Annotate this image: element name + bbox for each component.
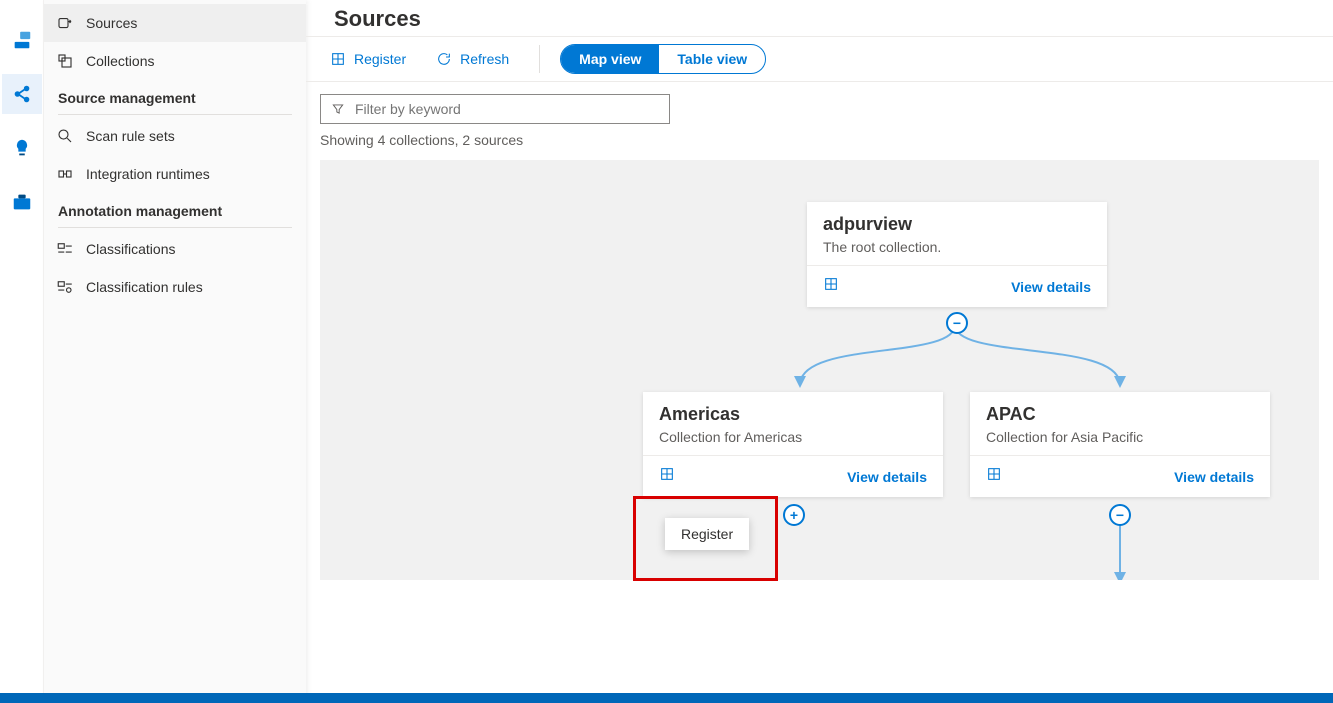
card-subtitle: Collection for Americas xyxy=(659,429,927,445)
collection-card-americas[interactable]: Americas Collection for Americas View de… xyxy=(643,392,943,497)
card-title: APAC xyxy=(986,404,1254,425)
divider xyxy=(58,227,292,228)
view-details-link[interactable]: View details xyxy=(1011,279,1091,295)
filter-container[interactable] xyxy=(320,94,670,124)
sidebar-label: Sources xyxy=(86,15,137,31)
register-flyout[interactable]: Register xyxy=(665,518,749,550)
view-details-link[interactable]: View details xyxy=(1174,469,1254,485)
sidebar-header-source-mgmt: Source management xyxy=(44,80,306,112)
separator xyxy=(539,45,540,73)
collapse-node-root[interactable]: − xyxy=(946,312,968,334)
sidebar-label: Collections xyxy=(86,53,154,69)
page-title: Sources xyxy=(306,0,1333,36)
toolbar: Register Refresh Map view Table view xyxy=(306,36,1333,82)
register-icon xyxy=(330,51,346,67)
sidebar-item-collections[interactable]: Collections xyxy=(44,42,306,80)
rail-datamap-icon[interactable] xyxy=(2,20,42,60)
sidebar-item-scan-rule-sets[interactable]: Scan rule sets xyxy=(44,117,306,155)
register-button[interactable]: Register xyxy=(320,45,416,73)
collection-card-apac[interactable]: APAC Collection for Asia Pacific View de… xyxy=(970,392,1270,497)
table-view-button[interactable]: Table view xyxy=(659,45,765,73)
collapse-node-apac[interactable]: − xyxy=(1109,504,1131,526)
card-title: Americas xyxy=(659,404,927,425)
filter-input[interactable] xyxy=(355,101,659,117)
rail-lightbulb-icon[interactable] xyxy=(2,128,42,168)
sidebar-label: Integration runtimes xyxy=(86,166,210,182)
divider xyxy=(58,114,292,115)
sidebar-header-annotation: Annotation management xyxy=(44,193,306,225)
classification-rules-icon xyxy=(56,278,74,296)
sidebar-item-classifications[interactable]: Classifications xyxy=(44,230,306,268)
sidebar: Sources Collections Source management Sc… xyxy=(44,0,306,703)
rail-share-icon[interactable] xyxy=(2,74,42,114)
map-canvas[interactable]: adpurview The root collection. View deta… xyxy=(320,160,1319,580)
sidebar-label: Scan rule sets xyxy=(86,128,175,144)
register-glyph-icon[interactable] xyxy=(986,466,1002,487)
sidebar-item-integration-runtimes[interactable]: Integration runtimes xyxy=(44,155,306,193)
register-glyph-icon[interactable] xyxy=(659,466,675,487)
sidebar-label: Classification rules xyxy=(86,279,203,295)
footer-bar xyxy=(0,693,1333,703)
filter-bar xyxy=(306,82,1333,130)
card-subtitle: Collection for Asia Pacific xyxy=(986,429,1254,445)
view-toggle: Map view Table view xyxy=(560,44,766,74)
register-glyph-icon[interactable] xyxy=(823,276,839,297)
collection-card-root[interactable]: adpurview The root collection. View deta… xyxy=(807,202,1107,307)
classifications-icon xyxy=(56,240,74,258)
main: Sources Register Refresh Map view Table … xyxy=(306,0,1333,703)
collections-icon xyxy=(56,52,74,70)
scan-icon xyxy=(56,127,74,145)
sources-icon xyxy=(56,14,74,32)
sidebar-label: Classifications xyxy=(86,241,175,257)
filter-icon xyxy=(331,102,345,116)
expand-node-americas[interactable]: + xyxy=(783,504,805,526)
sidebar-item-sources[interactable]: Sources xyxy=(44,4,306,42)
card-subtitle: The root collection. xyxy=(823,239,1091,255)
result-count: Showing 4 collections, 2 sources xyxy=(306,130,1333,150)
card-title: adpurview xyxy=(823,214,1091,235)
integration-icon xyxy=(56,165,74,183)
refresh-icon xyxy=(436,51,452,67)
left-rail xyxy=(0,0,44,703)
refresh-button[interactable]: Refresh xyxy=(426,45,519,73)
view-details-link[interactable]: View details xyxy=(847,469,927,485)
rail-toolbox-icon[interactable] xyxy=(2,182,42,222)
sidebar-item-classification-rules[interactable]: Classification rules xyxy=(44,268,306,306)
map-view-button[interactable]: Map view xyxy=(561,45,659,73)
